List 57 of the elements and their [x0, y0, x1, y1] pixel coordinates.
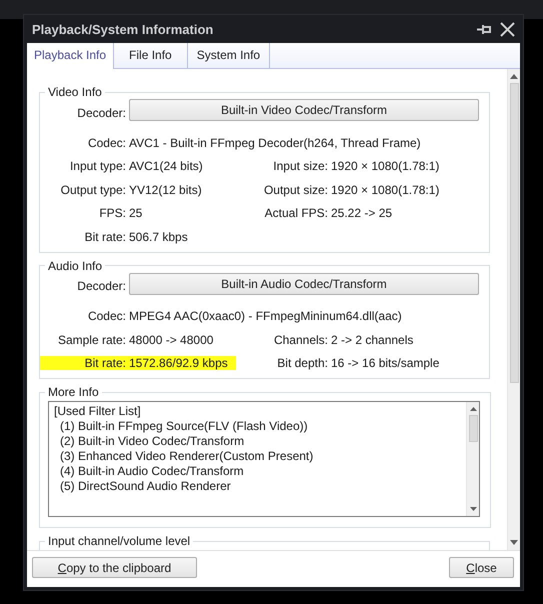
field-label: FPS: — [98, 206, 126, 220]
field-value: 16 -> 16 bits/sample — [330, 356, 440, 370]
field-label: Bit rate: — [84, 230, 126, 244]
field-value: YV12(12 bits) — [128, 182, 203, 196]
field-value: AVC1 - Built-in FFmpeg Decoder(h264, Thread Frame) — [128, 136, 422, 150]
field-label: Actual FPS: — [264, 206, 328, 220]
field-label: Channels: — [272, 332, 328, 346]
scrollbar-thumb[interactable] — [468, 415, 478, 442]
close-icon[interactable] — [500, 22, 515, 36]
scroll-up-icon[interactable] — [510, 74, 518, 79]
field-label: Bit rate: — [40, 356, 126, 370]
scroll-down-icon[interactable] — [470, 507, 476, 511]
group-title: Video Info — [47, 85, 103, 99]
field-label: Bit depth: — [276, 356, 328, 370]
field-label: Codec: — [86, 136, 126, 150]
field-value: MPEG4 AAC(0xaac0) - FFmpegMininum64.dll(aac) — [128, 309, 403, 323]
copy-button[interactable]: Copy to the clipboard — [32, 557, 197, 578]
field-label: Input type: — [68, 159, 126, 173]
group-title: Input channel/volume level — [47, 534, 192, 548]
scrollbar[interactable] — [507, 69, 520, 550]
field-value: 48000 -> 48000 — [128, 332, 214, 346]
field-label: Decoder: — [76, 279, 126, 293]
scrollbar-thumb[interactable] — [510, 83, 518, 383]
list-item: (2) Built-in Video Codec/Transform — [59, 434, 246, 449]
tab[interactable]: System Info — [188, 43, 270, 68]
field-value: 1920 × 1080(1.78:1) — [330, 182, 440, 196]
field-label: Codec: — [86, 309, 126, 323]
filter-list-box[interactable] — [48, 401, 480, 517]
scroll-up-icon[interactable] — [470, 407, 476, 411]
field-label: Sample rate: — [56, 332, 126, 346]
group-title: More Info — [47, 385, 100, 399]
list-item: (1) Built-in FFmpeg Source(FLV (Flash Video)) — [59, 419, 309, 434]
list-heading: [Used Filter List] — [54, 404, 142, 419]
group-title: Audio Info — [47, 258, 104, 272]
pin-icon[interactable] — [477, 24, 492, 34]
field-value: AVC1(24 bits) — [128, 159, 204, 173]
field-value: 1572.86/92.9 kbps — [126, 356, 236, 370]
list-item: (3) Enhanced Video Renderer(Custom Present) — [59, 449, 314, 464]
scrollbar[interactable] — [466, 402, 479, 516]
field-label: Output type: — [60, 182, 126, 196]
tab[interactable]: Playback Info — [27, 43, 114, 69]
field-value: 25.22 -> 25 — [330, 206, 394, 220]
decoder-button[interactable]: Built-in Audio Codec/Transform — [129, 272, 479, 294]
decoder-button[interactable]: Built-in Video Codec/Transform — [129, 99, 479, 121]
window-title: Playback/System Information — [32, 22, 214, 36]
list-item: (5) DirectSound Audio Renderer — [59, 479, 232, 494]
field-value: 506.7 kbps — [128, 230, 189, 244]
field-label: Decoder: — [76, 106, 126, 120]
field-value: 2 -> 2 channels — [330, 332, 414, 346]
field-label: Output size: — [262, 182, 328, 196]
list-item: (4) Built-in Audio Codec/Transform — [59, 464, 245, 479]
scroll-down-icon[interactable] — [510, 540, 518, 545]
close-button[interactable]: Close — [449, 557, 514, 578]
field-value: 25 — [128, 206, 144, 220]
tab[interactable]: File Info — [114, 43, 188, 68]
field-label: Input size: — [272, 159, 328, 173]
field-value: 1920 × 1080(1.78:1) — [330, 159, 440, 173]
